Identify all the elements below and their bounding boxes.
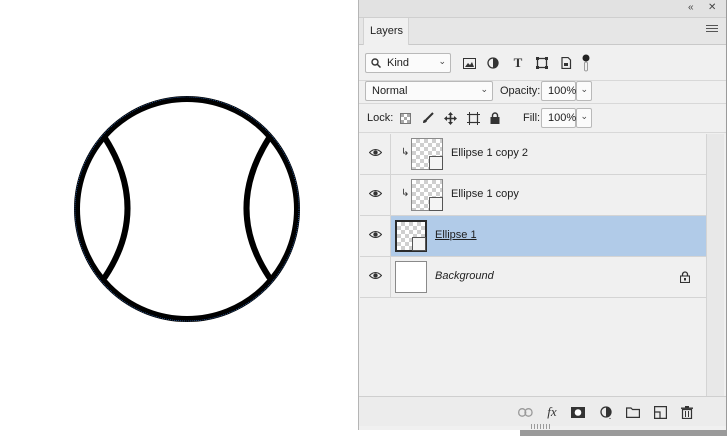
panel-titlebar: « ✕ [359,0,726,18]
layer-name[interactable]: Ellipse 1 copy [451,188,519,200]
fill-dropdown[interactable]: ⌄ [576,108,592,128]
opacity-label: Opacity: [500,85,541,97]
layer-row-ellipse-1-copy[interactable]: ↳ Ellipse 1 copy [360,175,706,216]
lock-icon [680,271,690,283]
layer-filter-row: Kind ⌄ T [359,45,726,81]
chevron-down-icon: ⌄ [438,56,446,66]
visibility-toggle[interactable] [360,175,391,215]
trash-icon[interactable] [679,404,695,420]
blend-mode-label: Normal [372,85,408,97]
layer-thumbnail[interactable] [411,179,443,211]
shape-filter-icon[interactable] [534,55,550,71]
smart-object-badge-icon [429,156,443,170]
chevron-down-icon: ⌄ [580,84,588,94]
layer-thumbnail[interactable] [395,261,427,293]
layer-row-background[interactable]: Background [360,257,706,298]
layer-thumbnail[interactable] [411,138,443,170]
group-folder-icon[interactable] [625,404,641,420]
eye-icon [369,148,382,157]
blend-row: Normal ⌄ Opacity: 100% ⌄ [359,81,726,104]
fill-label: Fill: [523,112,541,124]
tab-layers[interactable]: Layers [363,18,409,45]
kind-filter-label: Kind [387,57,410,69]
layers-footer: fx [359,396,726,426]
image-filter-icon[interactable] [461,55,477,71]
adjustment-filter-icon[interactable] [485,55,501,71]
panel-tabbar: Layers [359,18,726,45]
layer-row-ellipse-1-copy-2[interactable]: ↳ Ellipse 1 copy 2 [360,134,706,175]
search-icon [371,58,381,68]
clipping-mask-arrow-icon: ↳ [401,147,410,158]
layer-style-icon[interactable]: fx [543,404,561,420]
layer-row-ellipse-1[interactable]: Ellipse 1 [360,216,706,257]
tennis-ball-artwork [74,96,300,322]
kind-filter-select[interactable]: Kind ⌄ [365,53,451,73]
visibility-toggle[interactable] [360,134,391,174]
lock-transparent-pixels-icon[interactable] [397,110,413,126]
chevron-down-icon: ⌄ [480,84,488,94]
document-canvas[interactable] [0,0,358,436]
lock-position-icon[interactable] [442,110,458,126]
fill-value: 100% [548,112,577,124]
fill-field[interactable]: 100% [541,108,576,128]
layer-name[interactable]: Background [435,270,494,282]
filter-toggle-icon[interactable] [581,53,591,73]
lock-artboard-icon[interactable] [465,110,481,126]
visibility-toggle[interactable] [360,216,391,256]
ellipse-outer [74,96,300,322]
close-icon[interactable]: ✕ [708,2,716,13]
smart-object-filter-icon[interactable] [558,55,574,71]
hamburger-menu-icon[interactable] [706,25,718,35]
layer-name[interactable]: Ellipse 1 [435,229,477,241]
blend-mode-select[interactable]: Normal ⌄ [365,81,493,101]
layer-style-label: fx [547,404,557,419]
lock-all-icon[interactable] [487,110,503,126]
clipping-mask-arrow-icon: ↳ [401,188,410,199]
layer-name[interactable]: Ellipse 1 copy 2 [451,147,528,159]
double-chevron-left-icon[interactable]: « [688,2,694,13]
panel-resize-grip[interactable] [531,424,551,429]
type-filter-icon[interactable]: T [510,55,526,71]
layers-panel: « ✕ Layers Kind ⌄ T Normal ⌄ Opacity: 10… [358,0,726,430]
eye-icon [369,230,382,239]
chevron-down-icon: ⌄ [580,111,588,121]
lock-image-pixels-icon[interactable] [420,110,436,126]
smart-object-badge-icon [429,197,443,211]
layer-list: ↳ Ellipse 1 copy 2 ↳ Ellipse 1 copy Elli… [360,134,706,396]
opacity-field[interactable]: 100% [541,81,576,101]
opacity-dropdown[interactable]: ⌄ [576,81,592,101]
tab-layers-label: Layers [370,25,404,37]
link-layers-icon[interactable] [517,404,533,420]
eye-icon [369,271,382,280]
adjustment-layer-icon[interactable] [598,404,614,420]
eye-icon [369,189,382,198]
lock-label: Lock: [367,112,394,124]
lock-row: Lock: Fill: 100% ⌄ [359,104,726,133]
layer-list-scrollbar[interactable] [706,134,724,396]
opacity-value: 100% [548,85,577,97]
layer-thumbnail[interactable] [395,220,427,252]
smart-object-badge-icon [412,237,426,251]
visibility-toggle[interactable] [360,257,391,297]
layer-mask-icon[interactable] [570,404,586,420]
new-layer-icon[interactable] [652,404,668,420]
